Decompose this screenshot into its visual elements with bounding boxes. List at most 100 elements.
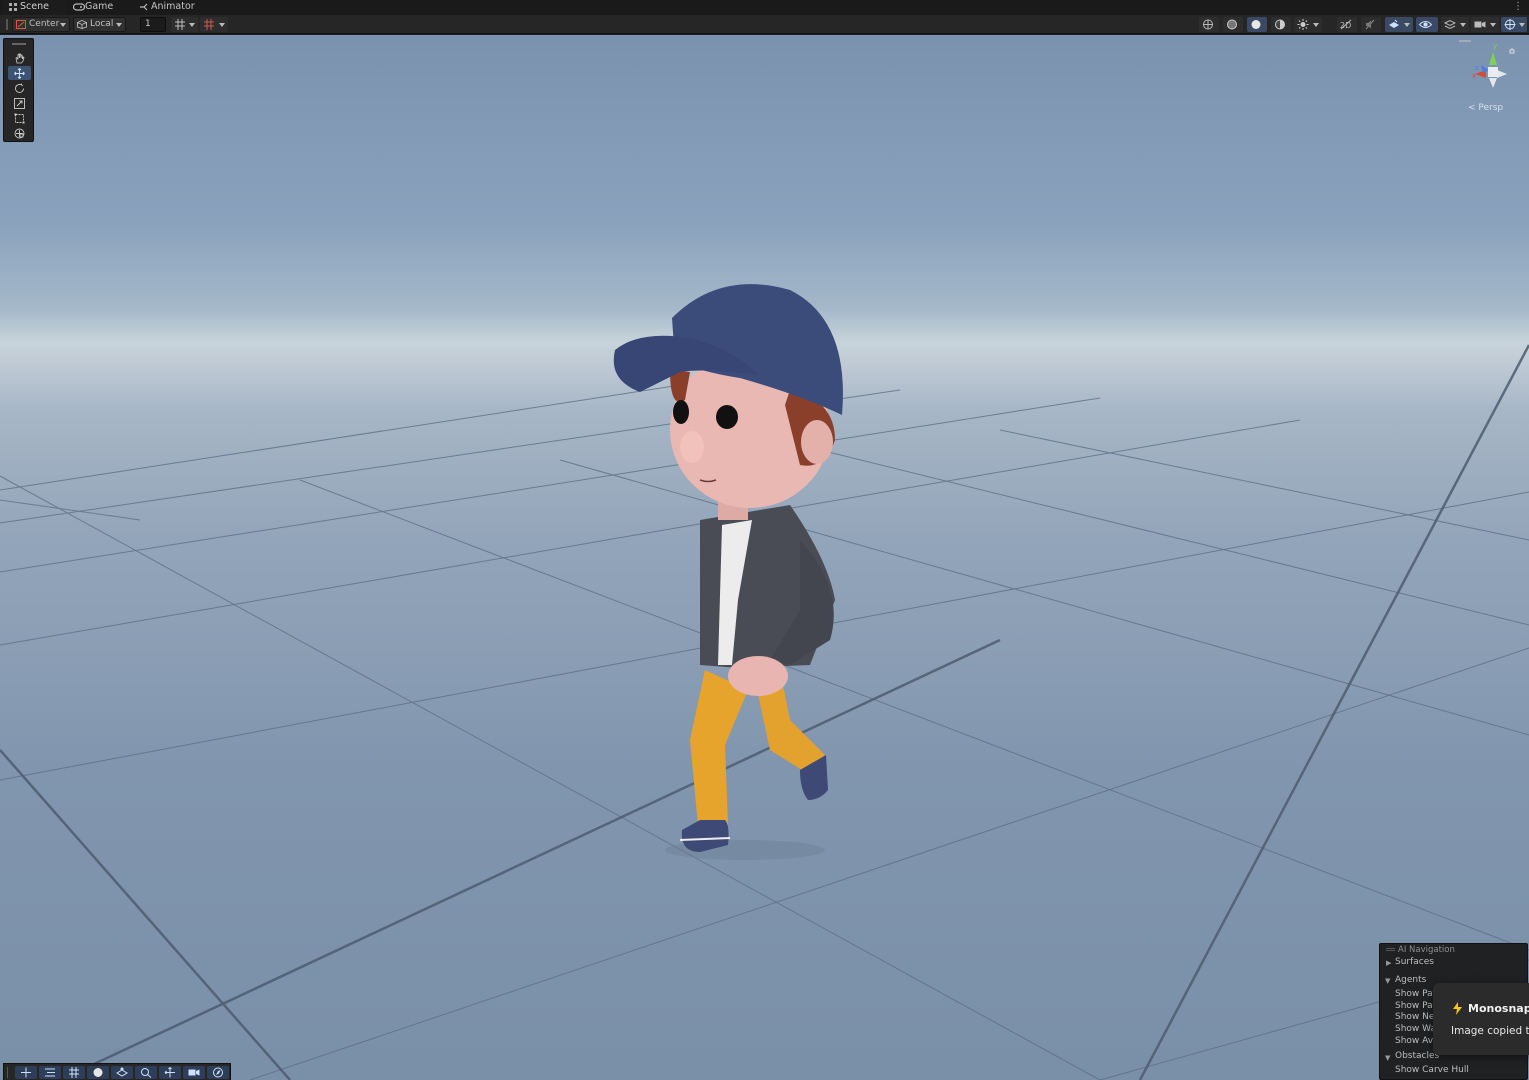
camera-overlay-button[interactable] <box>183 1066 205 1079</box>
tab-label: Scene <box>20 1 49 12</box>
sphere-icon <box>93 1068 103 1077</box>
bottom-overlay-toolbar <box>3 1063 231 1080</box>
transform-icon <box>14 128 25 139</box>
pivot-center-icon <box>16 20 26 29</box>
rect-transform-icon <box>14 113 25 124</box>
2d-icon: 2D <box>1340 19 1352 30</box>
pan-overlay-button[interactable] <box>159 1066 181 1079</box>
overlay-grip[interactable] <box>7 1067 9 1078</box>
gizmo-icon <box>1504 19 1516 30</box>
axis-gizmo-icon: y x z <box>1459 40 1515 88</box>
notification-app-name: Monosnap <box>1468 1002 1529 1015</box>
cube-icon <box>77 20 87 29</box>
sphere-overlay-button[interactable] <box>87 1066 109 1079</box>
scene-viewport[interactable] <box>0 35 1529 1080</box>
hierarchy-overlay-button[interactable] <box>39 1066 61 1079</box>
tab-game[interactable]: Game <box>67 0 133 15</box>
grid-snap-input[interactable]: 1 <box>140 17 166 32</box>
camera-icon <box>1474 21 1486 28</box>
unlit-button[interactable] <box>1271 17 1291 32</box>
pivot-mode-label: Center <box>29 19 60 29</box>
scale-tool-button[interactable] <box>8 96 31 110</box>
agent-option[interactable]: Show Pat <box>1395 989 1436 999</box>
projection-toggle[interactable]: < Persp <box>1468 103 1503 113</box>
visibility-toggle-button[interactable] <box>1416 17 1438 32</box>
pivot-mode-dropdown[interactable]: Center <box>12 17 70 32</box>
animator-icon <box>140 3 148 11</box>
draw-mode-button[interactable] <box>1199 17 1219 32</box>
chevron-down-icon <box>219 23 225 27</box>
increment-snap-button[interactable] <box>200 17 228 32</box>
pivot-rotation-label: Local <box>90 19 114 29</box>
character-model[interactable] <box>613 284 843 860</box>
grid-icon <box>69 1067 79 1078</box>
surfaces-foldout[interactable]: Surfaces <box>1395 957 1434 967</box>
obstacle-option[interactable]: Show Carve Hull <box>1395 1065 1469 1075</box>
overlay-grip[interactable] <box>1386 948 1395 951</box>
agent-option[interactable]: Show Pat <box>1395 1001 1436 1011</box>
rotate-icon <box>15 83 24 93</box>
tab-label: Game <box>85 1 114 12</box>
lighting-dropdown[interactable] <box>1294 17 1322 32</box>
gizmo-y-label: y <box>1493 42 1497 50</box>
compass-icon <box>213 1067 223 1078</box>
move-tool-button[interactable] <box>8 66 31 80</box>
grid-icon <box>9 3 17 11</box>
search-overlay-button[interactable] <box>135 1066 157 1079</box>
agent-option[interactable]: Show Wa <box>1395 1024 1436 1034</box>
pivot-rotation-dropdown[interactable]: Local <box>73 17 126 32</box>
navmesh-icon <box>116 1067 128 1077</box>
eye-icon <box>1419 21 1432 28</box>
move-icon <box>14 68 25 79</box>
tab-animator[interactable]: Animator <box>133 0 203 15</box>
chevron-down-icon <box>60 23 66 27</box>
layers-icon <box>1444 19 1456 30</box>
expand-right-icon[interactable]: ▶ <box>1386 959 1391 967</box>
overlay-grip[interactable] <box>12 43 26 45</box>
lightning-icon <box>1453 1002 1462 1015</box>
expand-down-icon[interactable]: ▼ <box>1385 1054 1390 1062</box>
navmesh-overlay-button[interactable] <box>111 1066 133 1079</box>
more-options-icon[interactable]: ⋮ <box>1513 1 1523 12</box>
compass-overlay-button[interactable] <box>207 1066 229 1079</box>
monosnap-notification[interactable]: Monosnap Image copied to <box>1433 983 1529 1055</box>
rect-tool-button[interactable] <box>8 111 31 125</box>
pan-icon <box>164 1067 175 1078</box>
transform-tool-button[interactable] <box>8 126 31 140</box>
hand-icon <box>15 53 25 64</box>
sun-icon <box>1297 19 1309 30</box>
layers-effect-icon <box>1389 19 1399 28</box>
chevron-down-icon <box>116 23 122 27</box>
effects-dropdown[interactable] <box>1385 17 1413 32</box>
sphere-unlit-icon <box>1275 19 1285 30</box>
tab-scene[interactable]: Scene <box>2 0 66 15</box>
2d-toggle-button[interactable]: 2D <box>1337 17 1357 32</box>
gizmos-dropdown[interactable] <box>1501 17 1527 32</box>
tab-label: Animator <box>151 1 195 12</box>
chevron-down-icon <box>189 23 195 27</box>
tools-overlay <box>3 38 34 142</box>
agent-option[interactable]: Show Ne <box>1395 1012 1434 1022</box>
ground-grid <box>0 284 1529 1080</box>
camera-icon <box>188 1069 200 1076</box>
shaded-wireframe-button[interactable] <box>1223 17 1243 32</box>
shaded-button[interactable] <box>1247 17 1267 32</box>
scene-visibility-dropdown[interactable] <box>1441 17 1469 32</box>
grid-overlay-button[interactable] <box>63 1066 85 1079</box>
move-icon <box>21 1067 31 1078</box>
move-overlay-button[interactable] <box>15 1066 37 1079</box>
expand-down-icon[interactable]: ▼ <box>1385 977 1390 985</box>
agents-foldout[interactable]: Agents <box>1395 975 1426 985</box>
mute-icon <box>1365 19 1375 30</box>
ai-navigation-title: AI Navigation <box>1398 945 1455 955</box>
hand-tool-button[interactable] <box>8 51 31 65</box>
obstacles-foldout[interactable]: Obstacles <box>1395 1051 1439 1061</box>
sphere-shaded-icon <box>1251 20 1261 29</box>
chevron-down-icon <box>1519 23 1525 27</box>
camera-dropdown[interactable] <box>1471 17 1499 32</box>
scale-icon <box>14 98 25 109</box>
audio-toggle-button[interactable] <box>1361 17 1381 32</box>
grid-snap-button[interactable] <box>171 17 198 32</box>
rotate-tool-button[interactable] <box>8 81 31 95</box>
toolbar-grip <box>6 19 8 30</box>
